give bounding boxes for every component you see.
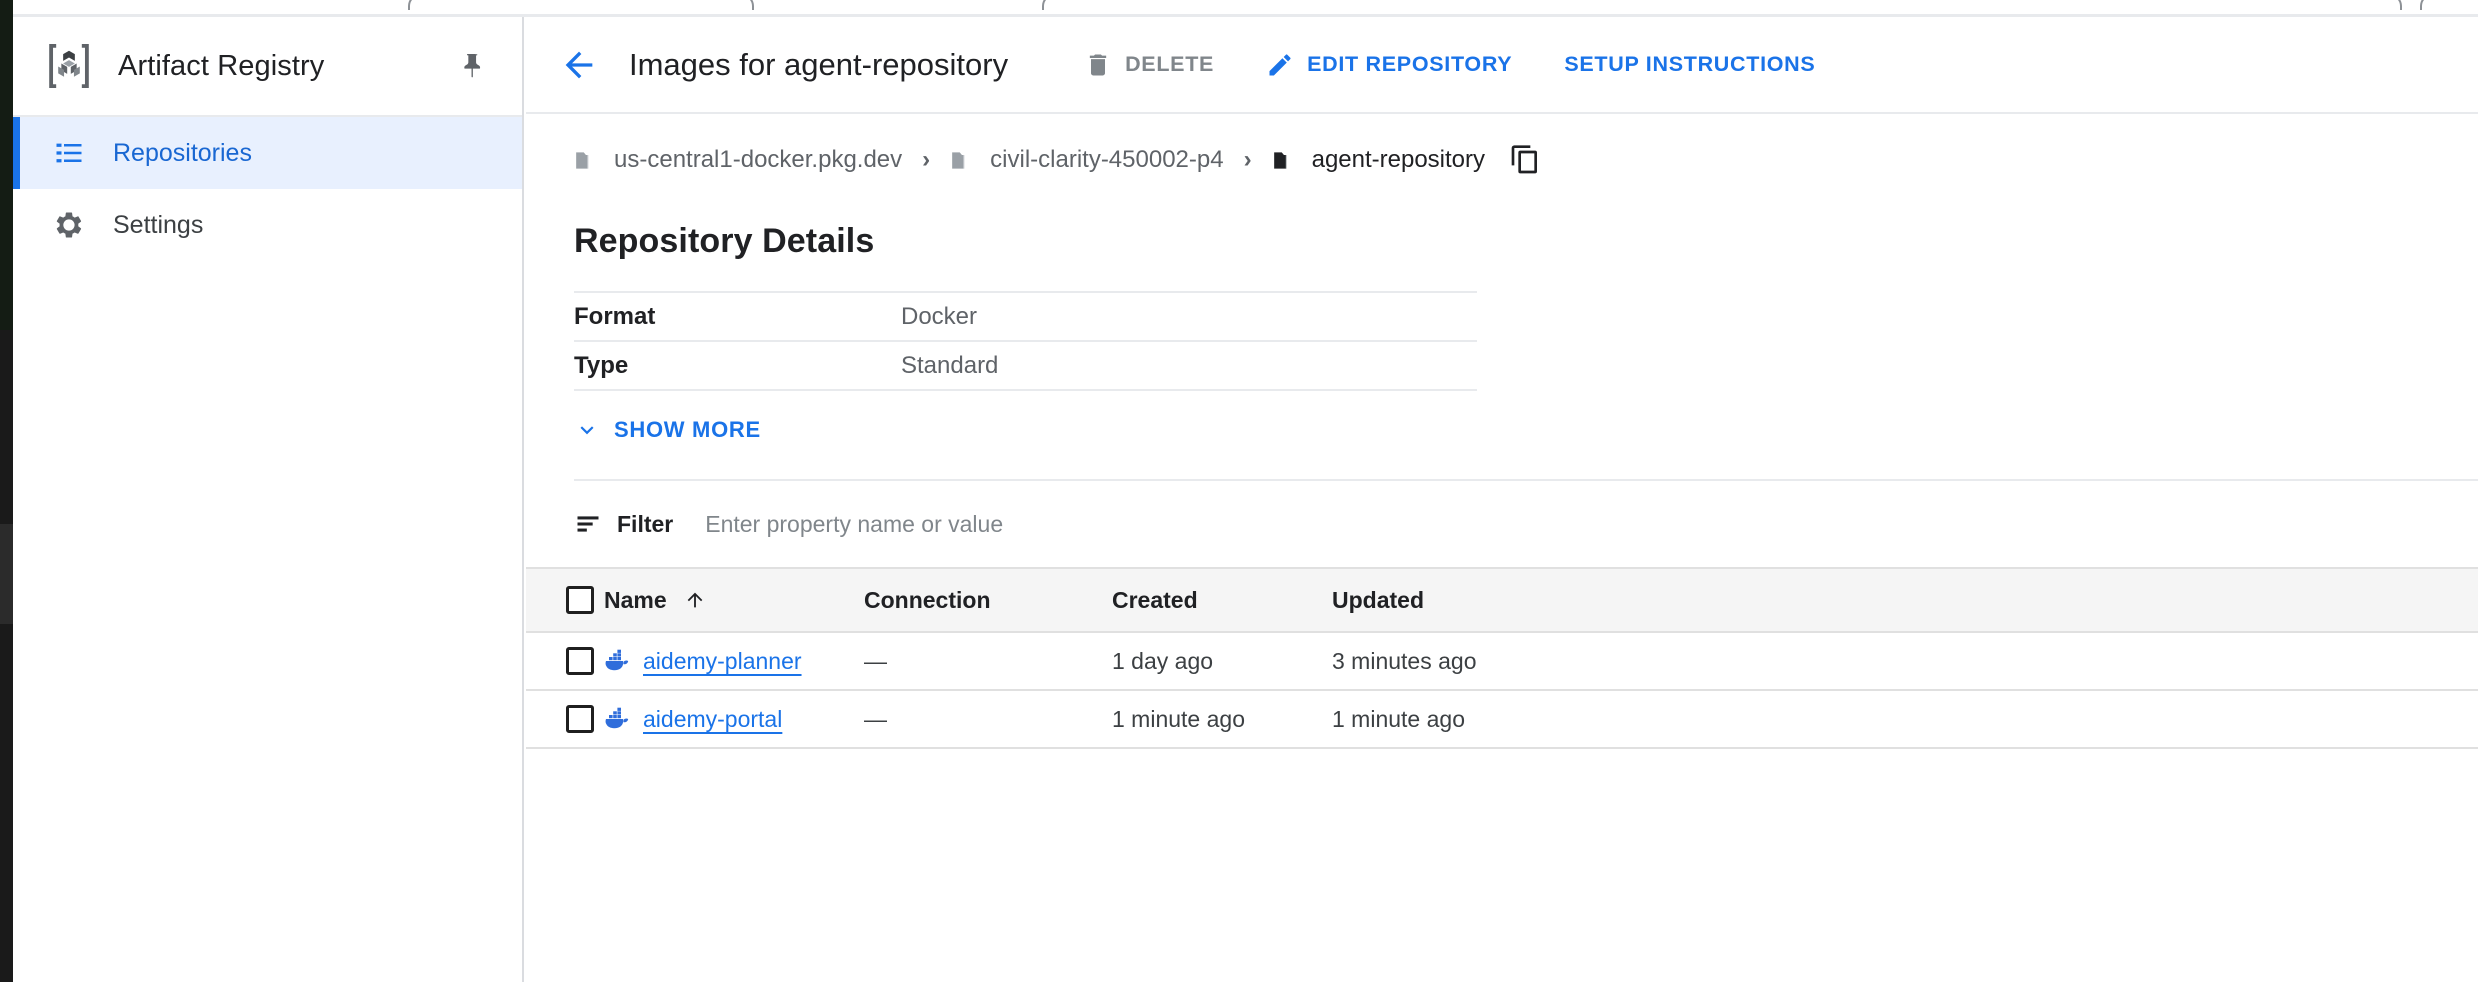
row-updated-cell: 3 minutes ago [1332,632,2478,690]
breadcrumb-item-repository[interactable]: agent-repository [1272,146,1485,174]
breadcrumb-item-registry-host[interactable]: us-central1-docker.pkg.dev [574,146,902,174]
pencil-icon [1266,51,1294,79]
column-header-connection[interactable]: Connection [864,568,1112,632]
row-updated-cell: 1 minute ago [1332,690,2478,748]
sidebar-item-settings[interactable]: Settings [13,189,522,261]
breadcrumb-separator: › [1244,148,1252,172]
folder-icon [1272,149,1298,171]
browser-tab-strip [0,0,2478,14]
delete-button-label: DELETE [1125,52,1214,77]
sidebar-item-label: Settings [113,211,203,240]
desktop-edge-top [0,0,13,330]
details-key: Type [574,341,901,390]
row-select-cell [526,632,604,690]
details-value: Standard [901,341,1477,390]
filter-icon[interactable] [574,510,602,538]
trash-icon [1084,51,1112,79]
row-select-cell [526,690,604,748]
product-title: Artifact Registry [118,50,324,83]
repository-details-section: Repository Details Format Docker Type St… [526,222,2478,481]
row-checkbox[interactable] [566,705,594,733]
edit-repository-button-label: EDIT REPOSITORY [1307,52,1512,77]
column-header-name-label: Name [604,587,667,614]
filter-input[interactable] [705,511,1605,538]
sidebar-item-repositories[interactable]: Repositories [13,117,522,189]
list-icon [54,138,84,168]
column-header-name[interactable]: Name [604,568,864,632]
pin-icon[interactable] [452,47,490,85]
chevron-down-icon [574,417,600,443]
column-header-updated[interactable]: Updated [1332,568,2478,632]
show-more-label: SHOW MORE [614,417,761,443]
browser-tab[interactable] [2420,0,2478,10]
header-actions: DELETE EDIT REPOSITORY SETUP INSTRUCTION… [1070,37,1853,93]
filter-bar: Filter [526,481,2478,567]
sidebar-nav: Repositories Settings [13,117,522,261]
setup-instructions-button-label: SETUP INSTRUCTIONS [1564,52,1815,77]
repository-details-table: Format Docker Type Standard [574,291,1477,391]
sidebar-item-label: Repositories [113,139,252,168]
table-header-row: Name Connection Created Updated [526,568,2478,632]
desktop-edge-strip [0,0,13,982]
details-value: Docker [901,292,1477,341]
desktop-edge-mid [0,524,13,624]
details-row: Format Docker [574,292,1477,341]
folder-icon [574,149,600,171]
arrow-left-icon[interactable] [556,42,602,88]
sidebar-header: Artifact Registry [13,17,522,117]
gear-icon [54,210,84,240]
arrow-up-icon [684,589,706,611]
select-all-header [526,568,604,632]
copy-icon[interactable] [1509,144,1541,176]
row-created-cell: 1 day ago [1112,632,1332,690]
browser-tab[interactable] [408,0,754,10]
show-more-button[interactable]: SHOW MORE [574,417,761,443]
images-table: Name Connection Created Updated [526,567,2478,749]
docker-icon [604,707,634,731]
edit-repository-button[interactable]: EDIT REPOSITORY [1252,37,1526,93]
folder-icon [950,149,976,171]
image-name-link[interactable]: aidemy-portal [643,706,782,733]
artifact-registry-page: Artifact Registry [0,0,2478,982]
breadcrumb-separator: › [922,148,930,172]
breadcrumb-label: us-central1-docker.pkg.dev [614,146,902,174]
content-pane: Images for agent-repository DELETE [526,17,2478,982]
table-row[interactable]: aidemy-planner — 1 day ago 3 minutes ago [526,632,2478,690]
row-name-cell: aidemy-portal [604,690,864,748]
filter-label: Filter [617,511,673,538]
image-name-link[interactable]: aidemy-planner [643,648,802,675]
page-title: Images for agent-repository [629,47,1008,83]
table-row[interactable]: aidemy-portal — 1 minute ago 1 minute ag… [526,690,2478,748]
select-all-checkbox[interactable] [566,586,594,614]
delete-button[interactable]: DELETE [1070,37,1228,93]
browser-tab-active[interactable] [1042,0,2402,10]
breadcrumb: us-central1-docker.pkg.dev › civil-clari… [526,114,2478,206]
repository-details-title: Repository Details [574,222,2478,261]
setup-instructions-button[interactable]: SETUP INSTRUCTIONS [1550,37,1829,93]
row-checkbox[interactable] [566,647,594,675]
row-created-cell: 1 minute ago [1112,690,1332,748]
breadcrumb-label: agent-repository [1312,146,1485,174]
artifact-registry-logo-icon [42,39,96,93]
docker-icon [604,649,634,673]
details-row: Type Standard [574,341,1477,390]
row-connection-cell: — [864,690,1112,748]
column-header-created[interactable]: Created [1112,568,1332,632]
row-name-cell: aidemy-planner [604,632,864,690]
breadcrumb-label: civil-clarity-450002-p4 [990,146,1223,174]
page-header: Images for agent-repository DELETE [526,17,2478,114]
sidebar: Artifact Registry [13,17,524,982]
breadcrumb-item-project[interactable]: civil-clarity-450002-p4 [950,146,1223,174]
row-connection-cell: — [864,632,1112,690]
details-key: Format [574,292,901,341]
